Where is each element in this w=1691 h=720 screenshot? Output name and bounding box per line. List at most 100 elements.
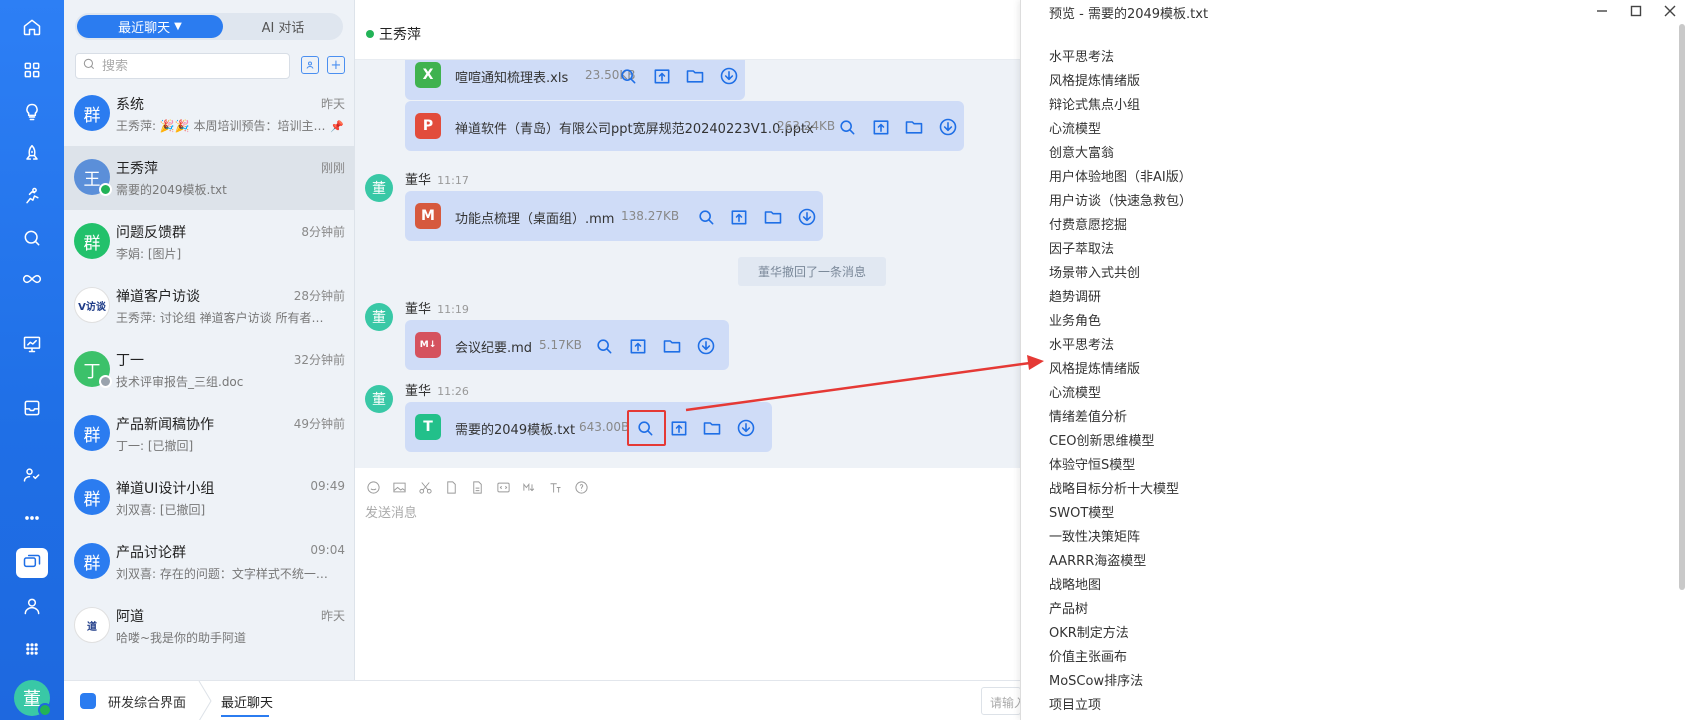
- conversation-time: 32分钟前: [293, 353, 345, 367]
- conversation-item[interactable]: 群产品讨论群 09:04 刘双喜: 存在的问题：文字样式不统一；…: [64, 530, 355, 594]
- conversation-item[interactable]: 群系统 昨天 王秀萍: 🎉🎉 本周培训预告：培训主… 📌: [64, 82, 355, 146]
- download-button[interactable]: [735, 417, 757, 439]
- conversation-name: 禅道UI设计小组: [116, 481, 215, 497]
- preview-line: 风格提炼情绪版: [1049, 74, 1141, 89]
- new-chat-button[interactable]: +: [327, 56, 345, 74]
- contact-icon[interactable]: [17, 591, 47, 621]
- search-box: [75, 53, 290, 79]
- tab-recent-chats-bottom[interactable]: 最近聊天: [221, 692, 273, 711]
- conversation-item[interactable]: V访谈 禅道客户访谈 28分钟前 王秀萍: 讨论组 禅道客户访谈 所有者更…: [64, 274, 355, 338]
- sender-avatar[interactable]: 董: [365, 303, 393, 331]
- preview-file-button[interactable]: [836, 116, 858, 138]
- conversation-item[interactable]: 道 阿道 昨天 哈喽~我是你的助手阿道: [64, 594, 355, 658]
- tab-rd-workspace[interactable]: 研发综合界面: [108, 692, 186, 711]
- folder-icon: [663, 340, 681, 353]
- workspace-icon: [80, 693, 96, 709]
- open-file-button[interactable]: [651, 65, 673, 87]
- conversation-preview: 王秀萍: 🎉🎉 本周培训预告：培训主…: [116, 119, 326, 133]
- markdown-icon[interactable]: [519, 478, 539, 496]
- preview-content[interactable]: 水平思考法 风格提炼情绪版 辩论式焦点小组 心流模型 创意大富翁 用户体验地图（非AI版）…: [1049, 46, 1192, 718]
- bulb-icon[interactable]: [17, 97, 47, 127]
- text-file-icon: T: [415, 414, 441, 440]
- open-folder-button[interactable]: [661, 335, 683, 357]
- rocket-icon[interactable]: [17, 139, 47, 169]
- minimize-button[interactable]: [1592, 2, 1612, 20]
- file-name: 功能点梳理（桌面组）.mm: [455, 212, 615, 227]
- conversation-item[interactable]: 群问题反馈群 8分钟前 李娟: [图片]: [64, 210, 355, 274]
- users-icon[interactable]: [17, 460, 47, 490]
- preview-line: 因子萃取法: [1049, 242, 1115, 257]
- more-icon[interactable]: [17, 503, 47, 533]
- message-input[interactable]: 发送消息: [365, 502, 417, 521]
- help-icon[interactable]: [571, 478, 591, 496]
- image-icon[interactable]: [389, 478, 409, 496]
- conversation-time: 刚刚: [320, 161, 345, 175]
- open-folder-button[interactable]: [684, 65, 706, 87]
- conversation-time: 8分钟前: [301, 225, 345, 239]
- conversation-item[interactable]: 群产品新闻稿协作 49分钟前 丁一: [已撤回]: [64, 402, 355, 466]
- avatar-initial: V访谈: [78, 301, 106, 313]
- close-button[interactable]: [1660, 2, 1680, 20]
- apps-icon[interactable]: [17, 55, 47, 85]
- run-icon[interactable]: [17, 181, 47, 211]
- code-icon[interactable]: [493, 478, 513, 496]
- grid-icon[interactable]: [17, 634, 47, 664]
- open-external-icon: [671, 421, 687, 436]
- bottom-input[interactable]: 请输入: [981, 687, 1021, 715]
- open-folder-button[interactable]: [762, 206, 784, 228]
- status-icon: [99, 375, 112, 388]
- open-file-button[interactable]: [870, 116, 892, 138]
- scissors-icon[interactable]: [415, 478, 435, 496]
- file-icon[interactable]: [441, 478, 461, 496]
- sender-avatar[interactable]: 董: [365, 385, 393, 413]
- download-icon: [939, 118, 957, 136]
- conversation-avatar: 王: [74, 159, 112, 196]
- infinity-icon[interactable]: [17, 264, 47, 294]
- file-message: M↓ 会议纪要.md 5.17KB: [405, 320, 729, 370]
- download-button[interactable]: [695, 335, 717, 357]
- conversation-item[interactable]: 群禅道UI设计小组 09:49 刘双喜: [已撤回]: [64, 466, 355, 530]
- preview-line: 用户访谈（快速急救包）: [1049, 194, 1193, 209]
- preview-file-button[interactable]: [695, 206, 717, 228]
- open-file-button[interactable]: [668, 417, 690, 439]
- open-file-button[interactable]: [728, 206, 750, 228]
- conversation-preview: 王秀萍: 讨论组 禅道客户访谈 所有者更…: [116, 311, 331, 325]
- preview-line: 价值主张画布: [1049, 650, 1128, 665]
- search-input[interactable]: [102, 58, 282, 74]
- file-message: T 需要的2049模板.txt 643.00B: [405, 402, 772, 452]
- open-file-button[interactable]: [627, 335, 649, 357]
- download-button[interactable]: [937, 116, 959, 138]
- home-icon[interactable]: [17, 12, 47, 42]
- open-folder-button[interactable]: [701, 417, 723, 439]
- user-avatar[interactable]: 董: [14, 680, 52, 717]
- tab-recent-chats[interactable]: 最近聊天 ▼: [77, 15, 223, 38]
- font-icon[interactable]: [545, 478, 565, 496]
- breadcrumb-separator-icon: [198, 681, 212, 720]
- scrollbar[interactable]: [1679, 24, 1685, 590]
- excel-file-icon: X: [415, 62, 441, 88]
- download-button[interactable]: [718, 65, 740, 87]
- board-icon[interactable]: [17, 329, 47, 359]
- contacts-button[interactable]: [301, 56, 319, 74]
- maximize-button[interactable]: [1626, 2, 1646, 20]
- search-icon[interactable]: [17, 223, 47, 253]
- download-button[interactable]: [796, 206, 818, 228]
- conversation-item[interactable]: 王王秀萍 刚刚 需要的2049模板.txt: [64, 146, 355, 210]
- conversation-avatar: 群: [74, 95, 110, 131]
- search-icon: [82, 57, 96, 75]
- file-size: 5.17KB: [539, 338, 582, 352]
- tab-ai-chat[interactable]: AI 对话: [225, 15, 341, 38]
- preview-file-button[interactable]: [593, 335, 615, 357]
- chat-icon[interactable]: [16, 548, 48, 578]
- conversation-avatar: 群: [74, 415, 110, 451]
- doc-icon[interactable]: [467, 478, 487, 496]
- sender-avatar[interactable]: 董: [365, 174, 393, 202]
- emoji-icon[interactable]: [363, 478, 383, 496]
- conversation-item[interactable]: 丁丁一 32分钟前 技术评审报告_三组.doc: [64, 338, 355, 402]
- message-list[interactable]: X 喧喧通知梳理表.xls 23.50KB P 禅道软件（青岛）有限公司ppt宽…: [355, 60, 1021, 468]
- file-size: 643.00B: [579, 420, 630, 434]
- open-folder-button[interactable]: [903, 116, 925, 138]
- preview-file-button[interactable]: [617, 65, 639, 87]
- preview-line: 心流模型: [1049, 122, 1102, 137]
- inbox-icon[interactable]: [17, 393, 47, 423]
